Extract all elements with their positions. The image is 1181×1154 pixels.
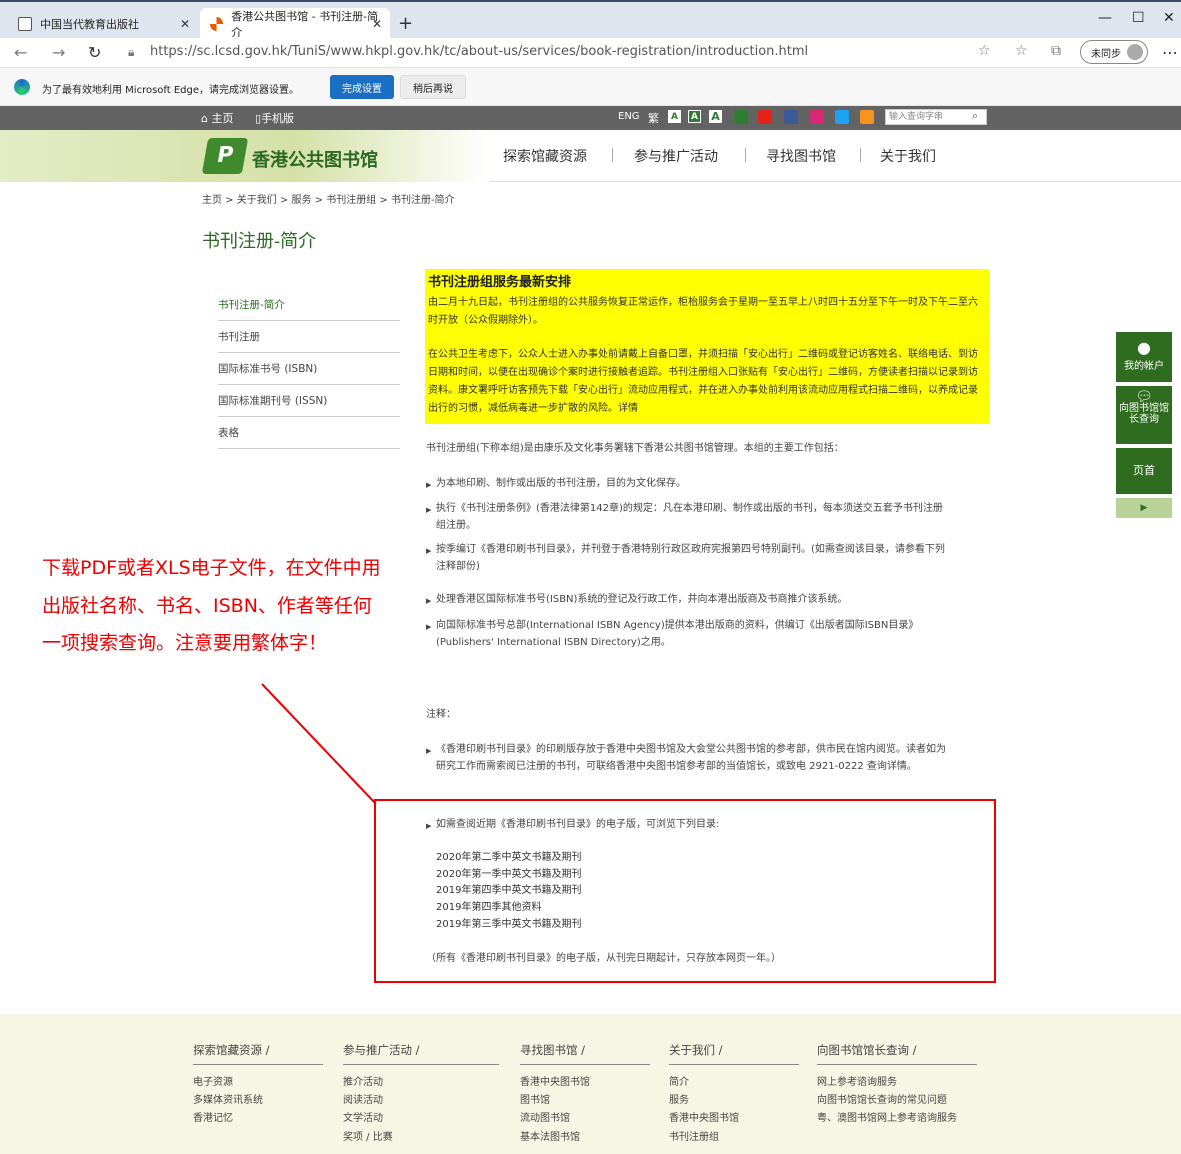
footer-link[interactable]: 香港记忆 <box>193 1109 233 1124</box>
ask-librarian-button[interactable]: 💬︎ 向图书馆馆长查询 <box>1116 386 1172 444</box>
footer-link[interactable]: 香港中央图书馆 <box>520 1073 590 1088</box>
footer-link[interactable]: 电子资源 <box>193 1073 233 1088</box>
footer-link[interactable]: 多媒体资讯系统 <box>193 1091 263 1106</box>
my-account-button[interactable]: ● 我的帐户 <box>1116 332 1172 382</box>
footer-link[interactable]: 网上参考谘询服务 <box>817 1073 897 1088</box>
footer-link[interactable]: 推介活动 <box>343 1073 383 1088</box>
footer-link[interactable]: 基本法图书馆 <box>520 1128 580 1143</box>
my-account-label: 我的帐户 <box>1124 361 1164 372</box>
footer-link[interactable]: 简介 <box>669 1073 689 1088</box>
footer-link[interactable]: 香港中央图书馆 <box>669 1109 739 1124</box>
user-icon: ● <box>1137 338 1151 357</box>
footer-link[interactable]: 奖项 / 比赛 <box>343 1128 393 1143</box>
footer-link[interactable]: 书刊注册组 <box>669 1128 719 1143</box>
footer-heading[interactable]: 参与推广活动 / <box>343 1042 499 1065</box>
footer-heading[interactable]: 探索馆藏资源 / <box>193 1042 323 1065</box>
back-to-top-button[interactable]: 页首 <box>1116 448 1172 494</box>
footer-link[interactable]: 流动图书馆 <box>520 1109 570 1124</box>
annotation-note: 下载PDF或者XLS电子文件，在文件中用出版社名称、书名、ISBN、作者等任何一… <box>42 557 381 654</box>
footer-link[interactable]: 向图书馆馆长查询的常见问题 <box>817 1091 947 1106</box>
expand-arrow-icon[interactable]: ▶ <box>1116 498 1172 518</box>
footer-heading[interactable]: 寻找图书馆 / <box>520 1042 650 1065</box>
footer-link[interactable]: 文学活动 <box>343 1109 383 1124</box>
footer-link[interactable]: 粤、澳图书馆网上参考谘询服务 <box>817 1109 957 1124</box>
footer-link[interactable]: 服务 <box>669 1091 689 1106</box>
footer-heading[interactable]: 关于我们 / <box>669 1042 799 1065</box>
site-footer: 探索馆藏资源 / 电子资源 多媒体资讯系统 香港记忆 参与推广活动 / 推介活动… <box>0 1014 1181 1154</box>
footer-heading[interactable]: 向图书馆馆长查询 / <box>817 1042 977 1065</box>
ask-librarian-label: 向图书馆馆长查询 <box>1119 403 1169 425</box>
footer-link[interactable]: 阅读活动 <box>343 1091 383 1106</box>
chat-bubble-icon: 💬︎ <box>1135 389 1153 405</box>
footer-link[interactable]: 图书馆 <box>520 1091 550 1106</box>
